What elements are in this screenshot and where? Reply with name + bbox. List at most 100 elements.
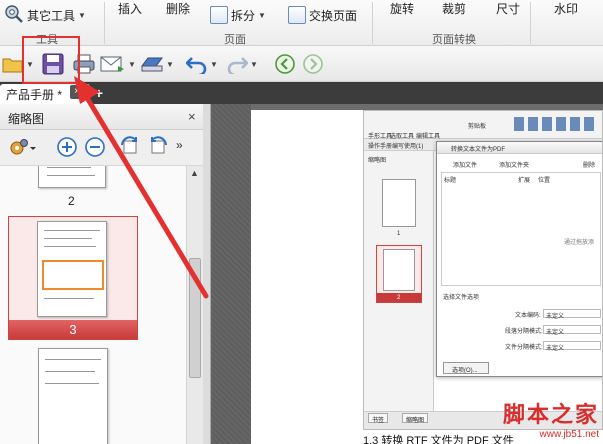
swap-pages-button[interactable]: 交换页面 [288, 6, 357, 24]
document-tab-bar: 产品手册 * × + [0, 82, 603, 104]
undo-button[interactable]: ▼ [186, 51, 218, 77]
settings-gear-icon[interactable] [8, 137, 36, 162]
insert-label: 插入 [118, 2, 143, 16]
embedded-thumbnail-panel: 缩略图 1 2 [364, 151, 434, 429]
embedded-col-ext: 扩展 [518, 178, 531, 184]
chevron-down-icon: ▼ [210, 59, 218, 69]
redo-button[interactable]: ▼ [226, 51, 258, 77]
thumbnail-page-4[interactable] [38, 348, 108, 444]
document-view: 手形工具 选取工具 编辑工具 剪贴板 操作手册编写使用(1) 缩略图 1 2 转… [203, 104, 603, 444]
embedded-bookmark-tab: 书签 [368, 413, 389, 424]
embedded-file-split-field: 未定义 [543, 341, 601, 352]
thumbnail-scrollbar[interactable]: ▲ [186, 166, 203, 444]
page-caption: 1.3 转换 RTF 文件为 PDF 文件 [363, 435, 514, 444]
watermark-button[interactable]: 水印 [554, 0, 578, 17]
rotate-button[interactable]: 旋转 [390, 0, 414, 17]
save-button-highlight [22, 36, 80, 84]
watermark-label: 水印 [554, 2, 579, 16]
expand-more-icon[interactable]: » [176, 138, 183, 152]
embedded-file-list: 标题 扩展 位置 通过拖放添 [441, 172, 601, 286]
embedded-toolbar: 手形工具 选取工具 编辑工具 剪贴板 [364, 111, 602, 140]
zoom-out-icon[interactable] [84, 136, 106, 161]
embedded-add-folder-button: 添加文件夹 [499, 163, 530, 169]
ribbon: 其它工具 ▼ 工具 插入 删除 拆分 ▼ 交换页面 页面 旋转 裁剪 尺寸 页面… [0, 0, 603, 46]
chevron-down-icon: ▼ [250, 59, 258, 69]
insert-button[interactable]: 插入 [118, 0, 142, 17]
watermark-title: 脚本之家 [502, 402, 599, 428]
thumbnail-panel-title: 缩略图 [8, 112, 45, 126]
quick-access-toolbar: ▼ ▼ ▼ ▼ ▼ [0, 46, 603, 82]
thumbnail-toolbar: » [0, 130, 203, 166]
thumbnail-list: 2 3 [0, 166, 186, 444]
arrow-left-circle-icon [274, 53, 296, 75]
rotate-right-icon[interactable] [146, 135, 170, 162]
embedded-file-split-label: 文件分隔模式: [505, 345, 543, 351]
page-transform-group-label: 页面转换 [432, 34, 476, 46]
close-tab-icon[interactable]: × [70, 85, 84, 99]
embedded-paragraph-mode-field: 未定义 [543, 325, 601, 336]
chevron-down-icon: ▼ [78, 11, 86, 20]
email-button[interactable]: ▼ [100, 51, 136, 77]
forward-button[interactable] [302, 51, 324, 77]
swap-pages-label: 交换页面 [309, 8, 358, 23]
scroll-thumb[interactable] [189, 258, 201, 378]
add-tab-icon[interactable]: + [92, 86, 106, 100]
thumbnail-page-3 [37, 221, 107, 317]
embedded-text-encoding-label: 文本编码: [515, 313, 541, 319]
delete-button[interactable]: 删除 [166, 0, 190, 17]
scan-button[interactable]: ▼ [140, 51, 174, 77]
arrow-right-circle-icon [302, 53, 324, 75]
embedded-doc-title: 操作手册编写使用(1) [368, 144, 424, 150]
thumbnail-label-3: 3 [9, 320, 137, 339]
zoom-in-icon[interactable] [56, 136, 78, 161]
redo-icon [226, 54, 248, 74]
embedded-delete-button: 删除 [583, 163, 596, 169]
close-panel-icon[interactable]: × [188, 109, 196, 124]
more-tools-button[interactable]: 其它工具 ▼ [4, 4, 86, 27]
envelope-icon [100, 54, 126, 74]
embedded-thumb-label-2: 2 [397, 295, 401, 301]
embedded-undefined-value: 未定义 [546, 346, 565, 352]
split-button[interactable]: 拆分 ▼ [210, 6, 266, 24]
embedded-col-title: 标题 [444, 178, 457, 184]
thumbnail-page-2[interactable] [38, 166, 106, 188]
rotate-label: 旋转 [390, 2, 415, 16]
chevron-down-icon: ▼ [166, 59, 174, 69]
embedded-toolbar-icons [514, 117, 594, 131]
embedded-col-location: 位置 [538, 178, 551, 184]
more-tools-label: 其它工具 [27, 9, 76, 23]
embedded-clipboard-label: 剪贴板 [468, 124, 487, 130]
page-group-label: 页面 [224, 34, 246, 46]
split-icon [210, 6, 228, 24]
embedded-text-encoding-field: 未定义 [543, 309, 601, 320]
thumbnail-label-2: 2 [68, 194, 75, 208]
embedded-dialog-title: 转换文本文件为PDF [451, 147, 506, 153]
thumbnail-panel: 缩略图 × » 2 3 ▲ [0, 104, 203, 444]
embedded-options-section: 选择文件选项 [443, 295, 480, 301]
embedded-convert-dialog: 转换文本文件为PDF 添加文件 添加文件夹 删除 标题 扩展 位置 通过拖放添 … [436, 141, 602, 377]
embedded-thumb-1 [382, 179, 416, 227]
tab-label: 产品手册 * [6, 88, 63, 102]
folder-icon [2, 54, 24, 74]
embedded-thumb-2-selected: 2 [376, 245, 422, 303]
embedded-undefined-value: 未定义 [546, 330, 565, 336]
swap-pages-icon [288, 6, 306, 24]
embedded-screenshot: 手形工具 选取工具 编辑工具 剪贴板 操作手册编写使用(1) 缩略图 1 2 转… [363, 110, 603, 430]
thumbnail-item-selected[interactable]: 3 [8, 216, 138, 340]
embedded-options-button: 选项(O)... [443, 362, 489, 374]
size-label: 尺寸 [496, 2, 521, 16]
rotate-left-icon[interactable] [118, 135, 142, 162]
embedded-thumbnail-tab: 缩略图 [402, 413, 429, 424]
site-watermark: 脚本之家 www.jb51.net [503, 397, 599, 440]
scroll-up-icon[interactable]: ▲ [190, 168, 199, 178]
panel-splitter[interactable] [203, 104, 211, 444]
thumbnail-panel-header: 缩略图 × [0, 104, 203, 130]
crop-button[interactable]: 裁剪 [442, 0, 466, 17]
embedded-thumb-label-1: 1 [397, 231, 401, 237]
embedded-add-file-button: 添加文件 [453, 163, 478, 169]
back-button[interactable] [274, 51, 296, 77]
split-label: 拆分 [231, 8, 256, 23]
undo-icon [186, 54, 208, 74]
embedded-options-button-label: 选项(O)... [452, 368, 478, 374]
size-button[interactable]: 尺寸 [496, 0, 520, 17]
